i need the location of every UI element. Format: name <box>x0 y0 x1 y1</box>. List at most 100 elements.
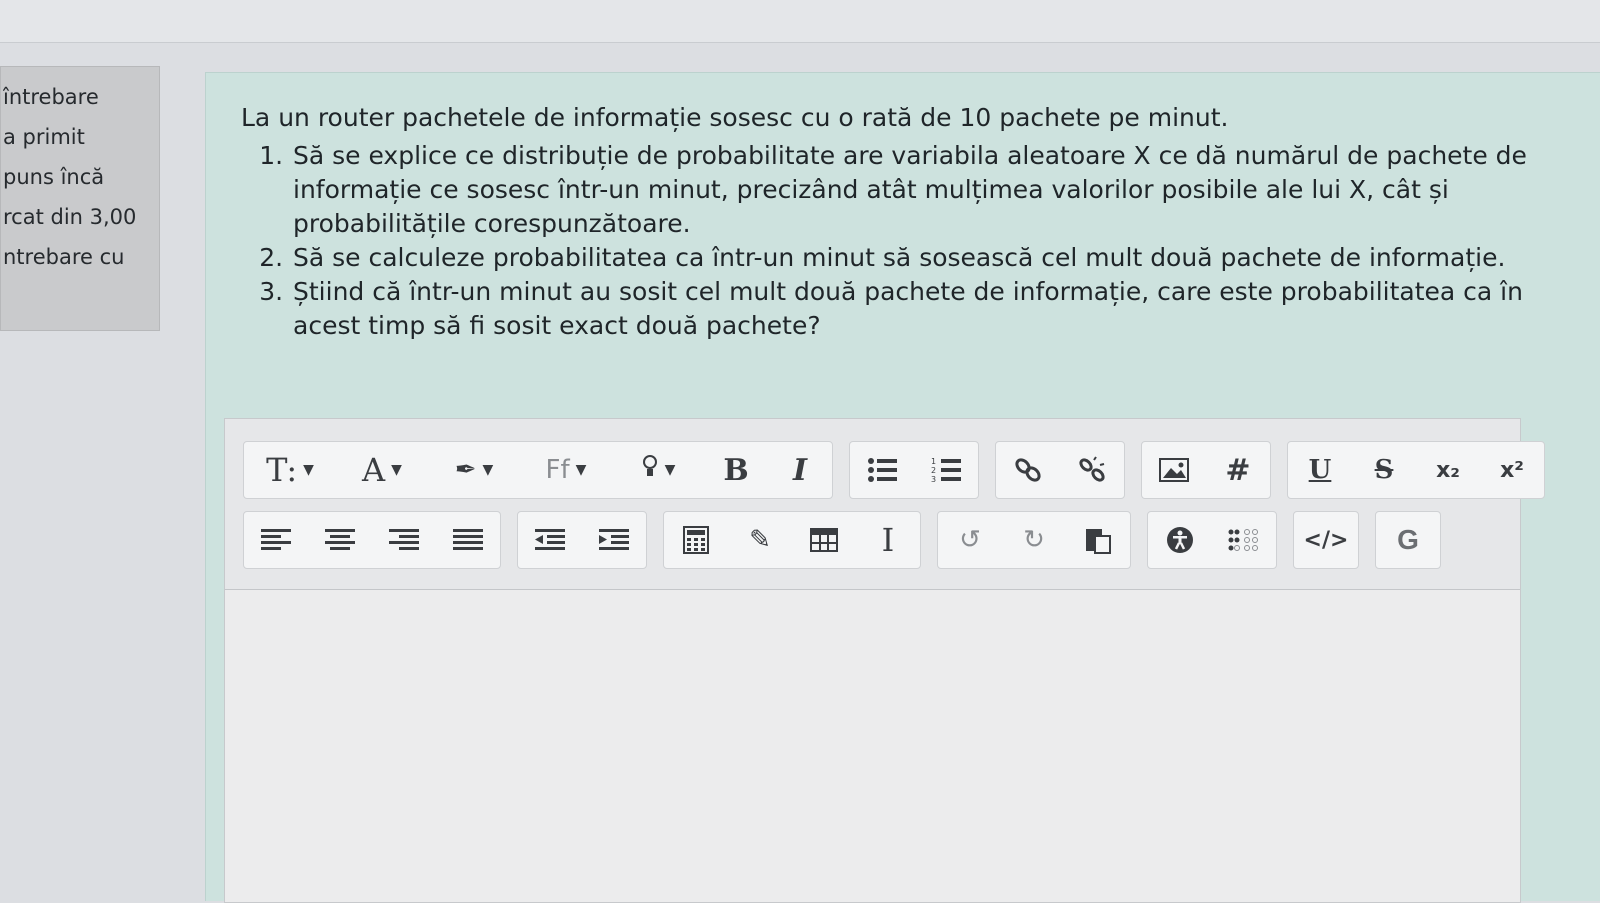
redo-button[interactable]: ↻ <box>1002 512 1066 568</box>
paragraph-format-button[interactable]: T: ▼ <box>244 442 336 498</box>
toolbar-row-2: ✎ I ↺ ↻ </> G <box>243 511 1441 569</box>
code-view-button[interactable]: </> <box>1294 512 1358 568</box>
align-group <box>243 511 501 569</box>
unlink-icon <box>1079 456 1105 482</box>
info-line-1: întrebare <box>3 85 99 109</box>
media-group: # <box>1141 441 1271 499</box>
brush-icon: ✒ <box>454 455 477 485</box>
svg-text:1: 1 <box>931 457 936 466</box>
edit-button[interactable]: ✎ <box>728 512 792 568</box>
info-line-4: rcat din 3,00 <box>3 205 137 229</box>
info-line-3: puns încă <box>3 165 105 189</box>
format-group: T: ▼ A ▼ ✒ ▼ Ff ▼ ▼ B I <box>243 441 833 499</box>
question-items: Să se explice ce distribuție de probabil… <box>241 139 1541 343</box>
hashtag-button[interactable]: # <box>1206 442 1270 498</box>
answer-editor: T: ▼ A ▼ ✒ ▼ Ff ▼ ▼ B I 1 2 3 # U S x₂ x… <box>224 418 1545 903</box>
svg-text:2: 2 <box>931 466 936 475</box>
calculator-icon <box>683 526 709 554</box>
chevron-down-icon: ▼ <box>575 462 587 478</box>
grammar-group: G <box>1375 511 1441 569</box>
braille-icon <box>1228 529 1258 551</box>
paste-button[interactable] <box>1066 512 1130 568</box>
link-group <box>995 441 1125 499</box>
text-cursor-button[interactable]: I <box>856 512 920 568</box>
underline-icon: U <box>1308 455 1332 485</box>
justify-button[interactable] <box>436 512 500 568</box>
superscript-button[interactable]: x² <box>1480 442 1544 498</box>
editor-content-area[interactable] <box>225 590 1520 902</box>
font-family-icon: Ff <box>545 455 570 485</box>
style-group: U S x₂ x² <box>1287 441 1545 499</box>
link-button[interactable] <box>996 442 1060 498</box>
indent-button[interactable] <box>582 512 646 568</box>
align-right-button[interactable] <box>372 512 436 568</box>
align-center-icon <box>325 529 355 550</box>
pencil-square-icon: ✎ <box>749 525 771 555</box>
chevron-down-icon: ▼ <box>664 462 676 478</box>
strikethrough-icon: S <box>1374 455 1394 485</box>
lightbulb-svg <box>642 454 657 476</box>
superscript-icon: x² <box>1500 457 1524 483</box>
numbered-list-button[interactable]: 123 <box>914 442 978 498</box>
insert-group: ✎ I <box>663 511 921 569</box>
question-text: La un router pachetele de informație sos… <box>241 101 1541 343</box>
paste-icon <box>1086 529 1111 554</box>
align-center-button[interactable] <box>308 512 372 568</box>
bold-button[interactable]: B <box>704 442 768 498</box>
grammar-icon: G <box>1397 524 1419 555</box>
italic-icon: I <box>792 452 808 488</box>
question-info-panel: întrebare a primit puns încă rcat din 3,… <box>0 66 160 331</box>
image-icon <box>1159 458 1189 482</box>
subscript-icon: x₂ <box>1436 457 1460 483</box>
link-icon <box>1015 458 1041 482</box>
hashtag-icon: # <box>1225 452 1251 488</box>
inline-style-button[interactable]: ▼ <box>612 442 704 498</box>
subscript-button[interactable]: x₂ <box>1416 442 1480 498</box>
chevron-down-icon: ▼ <box>482 462 494 478</box>
text-color-button[interactable]: ✒ ▼ <box>428 442 520 498</box>
history-group: ↺ ↻ <box>937 511 1131 569</box>
undo-icon: ↺ <box>959 525 981 555</box>
accessibility-button[interactable] <box>1148 512 1212 568</box>
font-size-icon: A <box>362 451 386 489</box>
chevron-down-icon: ▼ <box>391 462 402 478</box>
unlink-button[interactable] <box>1060 442 1124 498</box>
braille-button[interactable] <box>1212 512 1276 568</box>
align-left-icon <box>261 529 291 550</box>
accessibility-group <box>1147 511 1277 569</box>
text-cursor-icon: I <box>881 521 895 559</box>
redo-icon: ↻ <box>1023 525 1045 555</box>
info-line-5: ntrebare cu <box>3 245 125 269</box>
outdent-icon <box>535 529 565 550</box>
italic-button[interactable]: I <box>768 442 832 498</box>
font-family-button[interactable]: Ff ▼ <box>520 442 612 498</box>
font-size-button[interactable]: A ▼ <box>336 442 428 498</box>
underline-button[interactable]: U <box>1288 442 1352 498</box>
insert-image-button[interactable] <box>1142 442 1206 498</box>
undo-button[interactable]: ↺ <box>938 512 1002 568</box>
numbered-list-icon: 123 <box>931 457 961 484</box>
outdent-button[interactable] <box>518 512 582 568</box>
indent-icon <box>599 529 629 550</box>
strikethrough-button[interactable]: S <box>1352 442 1416 498</box>
toolbar-row-1: T: ▼ A ▼ ✒ ▼ Ff ▼ ▼ B I 1 2 3 # U S x₂ x… <box>243 441 1545 499</box>
insert-table-button[interactable] <box>792 512 856 568</box>
bullet-list-icon <box>868 458 897 482</box>
info-line-2: a primit <box>3 125 85 149</box>
question-box: La un router pachetele de informație sos… <box>205 72 1600 903</box>
justify-icon <box>453 529 483 550</box>
editor-toolbar: T: ▼ A ▼ ✒ ▼ Ff ▼ ▼ B I 1 2 3 # U S x₂ x… <box>225 419 1545 590</box>
code-icon: </> <box>1303 527 1349 553</box>
chevron-down-icon: ▼ <box>303 462 314 478</box>
top-bar <box>0 0 1600 43</box>
table-icon <box>810 528 838 552</box>
svg-text:3: 3 <box>931 475 936 484</box>
grammar-check-button[interactable]: G <box>1376 512 1440 568</box>
question-item-3: Știind că într-un minut au sosit cel mul… <box>291 275 1541 343</box>
bullet-list-button[interactable] <box>850 442 914 498</box>
align-right-icon <box>389 529 419 550</box>
align-left-button[interactable] <box>244 512 308 568</box>
accessibility-icon <box>1167 527 1193 553</box>
calculator-button[interactable] <box>664 512 728 568</box>
lightbulb-icon <box>641 454 659 487</box>
